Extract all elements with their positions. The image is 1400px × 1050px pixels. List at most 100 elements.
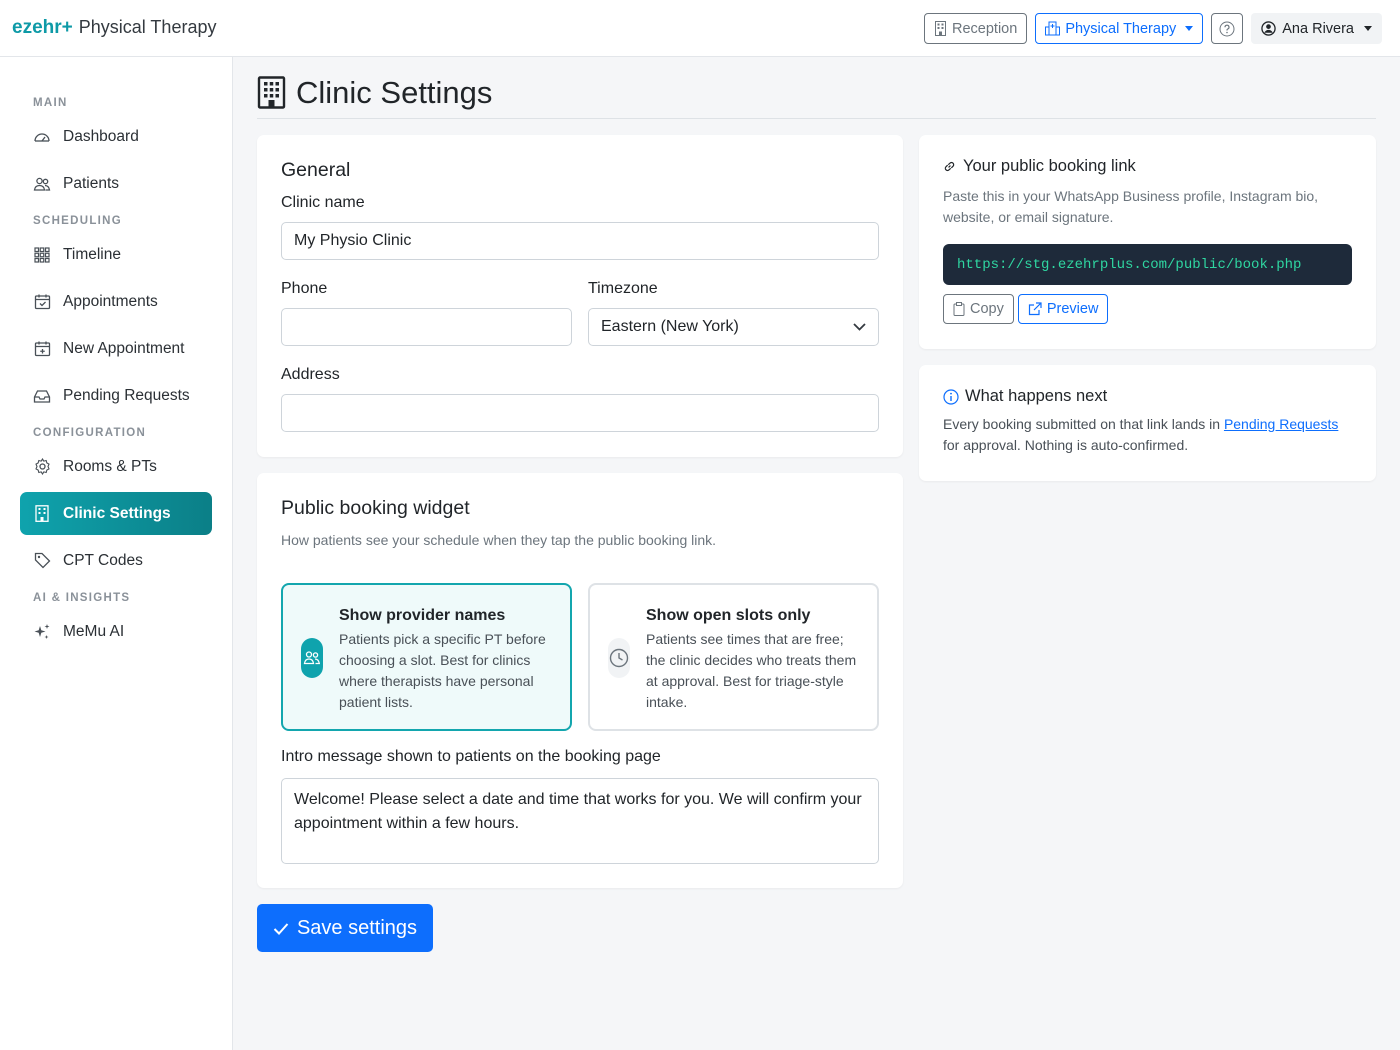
sidebar-item-pending-requests[interactable]: Pending Requests [20,374,212,417]
preview-button[interactable]: Preview [1017,294,1109,324]
sidebar-item-label: Timeline [63,245,121,263]
main-content: Clinic Settings General Clinic name My P… [257,57,1376,952]
option-show-open-slots[interactable]: Show open slots only Patients see times … [588,583,879,731]
sidebar-item-appointments[interactable]: Appointments [20,280,212,323]
save-settings-button[interactable]: Save settings [257,904,433,952]
sidebar-item-label: MeMu AI [63,622,125,640]
user-menu[interactable]: Ana Rivera [1251,13,1382,44]
caret-down-icon [1364,26,1372,31]
clipboard-icon [953,302,965,316]
clinic-name-label: Clinic name [281,194,365,211]
building-icon [935,21,947,36]
general-card: General Clinic name My Physio Clinic Pho… [257,135,903,457]
sidebar-item-timeline[interactable]: Timeline [20,233,212,276]
what-next-heading: What happens next [965,387,1108,405]
sidebar-item-label: Rooms & PTs [63,457,157,475]
booking-widget-card: Public booking widget How patients see y… [257,473,903,888]
sidebar-item-cpt-codes[interactable]: CPT Codes [20,539,212,582]
sidebar-item-rooms-pts[interactable]: Rooms & PTs [20,445,212,488]
page-title: Clinic Settings [296,74,493,110]
brand-logo: ezehr+ [12,17,73,38]
what-next-text-end: for approval. Nothing is auto-confirmed. [943,437,1189,453]
booking-link-description: Paste this in your WhatsApp Business pro… [943,188,1319,225]
building-icon [257,76,286,109]
booking-url[interactable]: https://stg.ezehrplus.com/public/book.ph… [943,244,1352,285]
copy-label: Copy [970,301,1004,317]
what-next-card: What happens next Every booking submitte… [919,365,1376,481]
question-icon [1219,21,1235,36]
widget-heading: Public booking widget [281,497,470,519]
intro-message-label: Intro message shown to patients on the b… [281,748,661,765]
booking-link-card: Your public booking link Paste this in y… [919,135,1376,349]
external-link-icon [1028,302,1042,316]
caret-down-icon [1185,26,1194,31]
help-button[interactable] [1211,13,1244,44]
sidebar-item-label: Pending Requests [63,386,190,404]
timezone-value: Eastern (New York) [601,318,739,335]
clinic-name-input[interactable]: My Physio Clinic [281,222,879,260]
option-title: Show provider names [339,607,506,624]
top-navbar: ezehr+ Physical Therapy Reception Physic… [0,0,1400,57]
preview-label: Preview [1046,301,1099,317]
chevron-down-icon [853,323,866,331]
gear-icon [33,458,51,476]
brand[interactable]: ezehr+ Physical Therapy [12,17,216,39]
widget-subtitle: How patients see your schedule when they… [281,532,717,548]
building-icon [33,505,51,523]
calendar-plus-icon [33,340,51,358]
sidebar: MAIN Dashboard Patients SCHEDULING Timel… [0,57,233,1050]
phone-input[interactable] [281,308,572,346]
hospital-icon [1045,21,1061,36]
intro-message-textarea[interactable]: Welcome! Please select a date and time t… [281,778,879,864]
what-next-text-start: Every booking submitted on that link lan… [943,416,1224,432]
general-heading: General [281,159,351,181]
sidebar-item-label: CPT Codes [63,551,143,569]
option-show-provider-names[interactable]: Show provider names Patients pick a spec… [281,583,572,731]
sidebar-item-dashboard[interactable]: Dashboard [20,115,212,158]
grid-icon [33,246,51,264]
user-circle-icon [1261,21,1276,36]
sparkles-icon [33,623,51,641]
reception-button[interactable]: Reception [924,13,1028,44]
sidebar-section-main: MAIN [33,97,68,109]
tag-icon [33,552,51,570]
sidebar-section-configuration: CONFIGURATION [33,427,147,439]
sidebar-section-scheduling: SCHEDULING [33,215,123,227]
sidebar-item-label: New Appointment [63,339,185,357]
option-description: Patients pick a specific PT before choos… [339,631,546,710]
timezone-select[interactable]: Eastern (New York) [588,308,879,346]
user-name: Ana Rivera [1282,20,1354,37]
people-icon [301,638,323,678]
department-dropdown[interactable]: Physical Therapy [1035,13,1204,44]
sidebar-item-new-appointment[interactable]: New Appointment [20,327,212,370]
sidebar-item-memu-ai[interactable]: MeMu AI [20,610,212,653]
people-icon [33,175,51,193]
sidebar-item-label: Dashboard [63,127,139,145]
copy-button[interactable]: Copy [943,294,1014,324]
what-next-text: Every booking submitted on that link lan… [943,414,1352,456]
speedometer-icon [33,128,51,146]
booking-link-heading: Your public booking link [963,157,1136,175]
check-icon [273,922,289,935]
sidebar-item-patients[interactable]: Patients [20,162,212,205]
timezone-label: Timezone [588,280,658,297]
calendar-check-icon [33,293,51,311]
sidebar-item-label: Clinic Settings [63,504,171,522]
phone-label: Phone [281,280,328,297]
brand-name: Physical Therapy [78,17,217,37]
sidebar-item-clinic-settings[interactable]: Clinic Settings [20,492,212,535]
reception-label: Reception [952,20,1018,37]
save-label: Save settings [296,916,418,939]
sidebar-section-ai: AI & INSIGHTS [33,592,131,604]
pending-requests-link[interactable]: Pending Requests [1224,416,1338,432]
inbox-icon [33,387,51,405]
clock-icon [608,638,630,678]
link-icon [944,161,955,172]
option-title: Show open slots only [646,607,811,624]
page-header: Clinic Settings [257,57,1376,119]
department-label: Physical Therapy [1065,20,1177,37]
sidebar-item-label: Patients [63,174,120,192]
info-icon [943,388,959,405]
address-label: Address [281,366,340,383]
address-input[interactable] [281,394,879,432]
